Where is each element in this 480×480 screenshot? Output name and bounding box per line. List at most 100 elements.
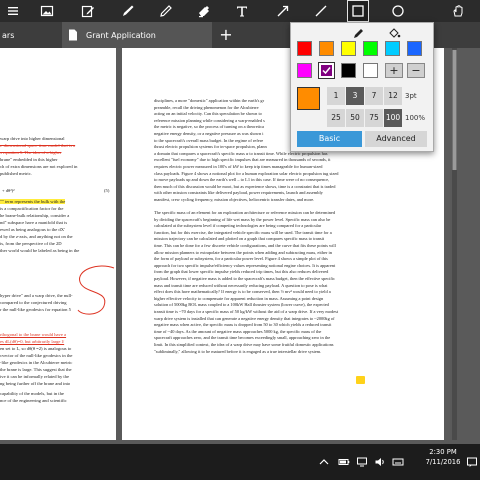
ellipse-icon[interactable] xyxy=(387,0,409,22)
color-swatch-cyan[interactable] xyxy=(385,41,400,56)
clock-date: 7/11/2016 xyxy=(425,458,461,466)
page-text-line: excellent "fuel economy" due to high spe… xyxy=(154,157,331,163)
page-text-line: cvector of the null-like geodesics in th… xyxy=(0,353,73,358)
page-text-line: solution of 5000kg BOL mass coupled to a… xyxy=(154,302,329,308)
page-text-line: compared to the conjectured driving xyxy=(0,300,67,305)
edit-icon[interactable] xyxy=(77,0,99,22)
remove-color-button[interactable]: − xyxy=(407,63,425,78)
page-text-line: -like geodesics in the Alcubierre metric xyxy=(0,360,73,365)
page-text-line: with other mission constraints like deli… xyxy=(154,190,323,196)
page-text-line: "subliminally," allowing it to be mature… xyxy=(154,348,322,354)
page-text-line: the metric is negative, so the process o… xyxy=(154,124,264,130)
chevron-up-icon[interactable] xyxy=(318,456,330,468)
page-text-line: time. This can be done for a few discret… xyxy=(154,243,336,248)
comment-note-icon[interactable] xyxy=(356,376,365,384)
volume-icon[interactable] xyxy=(374,456,386,468)
page-text-line: thrust electric propulsion systems for i… xyxy=(154,144,267,150)
page-text-line: manifest, crew cycling frequency, missio… xyxy=(154,197,315,202)
pen-icon[interactable] xyxy=(117,0,139,22)
vertical-scrollbar[interactable] xyxy=(452,48,457,440)
tab-partial[interactable]: ars xyxy=(0,22,60,48)
highlighter-icon[interactable] xyxy=(193,0,215,22)
page-text-line: ewed as being analogous to the dX' xyxy=(0,227,65,232)
color-swatch-white[interactable] xyxy=(363,63,378,78)
add-color-button[interactable]: + xyxy=(385,63,403,78)
page-text-line: allow mission planners to extrapolate be… xyxy=(154,249,332,255)
page-text-line: the form of payload or subsystem, for a … xyxy=(154,256,328,262)
thickness-option[interactable]: 12 xyxy=(384,87,402,105)
page-text-line: function, but for this exercise, the int… xyxy=(154,229,332,235)
page-text-line: class payloads. Figure 4 shows a notiona… xyxy=(154,170,339,176)
color-swatch-yellow[interactable] xyxy=(341,41,356,56)
page-text-line: by dividing the spacecraft's beginning o… xyxy=(154,216,331,222)
page-text-line: ng being further off the brane and into xyxy=(0,381,71,386)
equation-number: (5) xyxy=(104,188,110,193)
page-text-line: payload. However, if negative mass is ad… xyxy=(154,276,335,281)
page-text-line: d by the z-axis, and anything not on the xyxy=(0,234,73,239)
line-icon[interactable] xyxy=(310,0,332,22)
color-swatch-orange[interactable] xyxy=(319,41,334,56)
image-icon[interactable] xyxy=(36,0,58,22)
page-text-line: negative mass when active, the specific … xyxy=(154,322,332,328)
opacity-option[interactable]: 75 xyxy=(365,109,383,127)
page-text-line: he brane-bulk relationship, consider a xyxy=(0,213,70,218)
pencil-icon[interactable] xyxy=(155,0,177,22)
thickness-option[interactable]: 1 xyxy=(327,87,345,105)
page-text-line: published metric. xyxy=(0,171,32,176)
page-text-line: is, from the perspective of the 2D xyxy=(0,241,62,246)
page-text-line: e-dimensional space-time model that is a xyxy=(0,143,76,148)
page-text-line: negative energy density, or a negative p… xyxy=(154,131,264,136)
color-swatch-green[interactable] xyxy=(363,41,378,56)
notification-icon[interactable] xyxy=(466,456,478,468)
add-tab-button[interactable]: + xyxy=(215,24,237,46)
page-text-line: is a compactification factor for the xyxy=(0,206,64,211)
network-icon[interactable] xyxy=(356,456,368,468)
clock-time: 2:30 PM xyxy=(429,448,457,456)
highlighted-text: "" term represents the bulk with the xyxy=(0,199,66,204)
page-text-line: warp drive into higher dimensional xyxy=(0,136,65,141)
page-text-line: ther world would be labeled as being in … xyxy=(0,248,80,253)
menu-icon[interactable] xyxy=(2,0,24,22)
page-text-line: ch of extra dimensions are not explored … xyxy=(0,164,78,169)
stroke-color-icon[interactable] xyxy=(351,27,365,39)
equation: + dθ²)² xyxy=(2,188,15,193)
red-ink-annotation xyxy=(77,265,115,315)
thickness-value: 3pt xyxy=(405,92,417,100)
arrow-icon[interactable] xyxy=(272,0,294,22)
opacity-option[interactable]: 25 xyxy=(327,109,345,127)
text-tool-icon[interactable] xyxy=(231,0,253,22)
opacity-option-selected[interactable]: 100 xyxy=(384,109,402,127)
color-swatch-blue[interactable] xyxy=(407,41,422,56)
page-text-line: spacecraft approaches zero, and the tran… xyxy=(154,335,331,341)
thickness-option[interactable]: 7 xyxy=(365,87,383,105)
advanced-tab-button[interactable]: Advanced xyxy=(365,131,427,147)
document-page-left: warp drive into higher dimensional e-dim… xyxy=(0,48,116,440)
current-color-preview[interactable] xyxy=(297,87,320,110)
thickness-option-selected[interactable]: 3 xyxy=(346,87,364,105)
opacity-value: 100% xyxy=(405,114,426,122)
keyboard-icon[interactable] xyxy=(392,456,404,468)
page-text-line: preamble, recall the driving phenomenon … xyxy=(154,104,259,110)
color-swatch-black[interactable] xyxy=(341,63,356,78)
page-text-line: ive it can be informally related by the xyxy=(0,374,70,379)
tab-grant-application[interactable]: Grant Application xyxy=(62,22,212,48)
page-text-line: approach for two specific impulse/effici… xyxy=(154,262,336,268)
fill-bucket-icon[interactable] xyxy=(387,27,401,39)
clock[interactable]: 2:30 PM 7/11/2016 xyxy=(420,447,466,467)
opacity-option[interactable]: 50 xyxy=(346,109,364,127)
color-swatch-red[interactable] xyxy=(297,41,312,56)
page-text-line: reference mission planning while conside… xyxy=(154,117,265,123)
document-icon xyxy=(69,29,77,41)
page-text-line: effect does this have mathematically? If… xyxy=(154,289,331,295)
rectangle-icon[interactable] xyxy=(347,0,369,22)
page-text-line: disciplines, a more "domestic" applicati… xyxy=(154,98,265,103)
hand-icon[interactable] xyxy=(447,0,469,22)
page-text-line: mission trajectory can be calculated and… xyxy=(154,236,325,242)
page-text-line: en set to L, so dθ(θ =2) is analogous to xyxy=(0,346,72,351)
color-swatch-magenta[interactable] xyxy=(297,63,312,78)
basic-tab-button[interactable]: Basic xyxy=(297,131,362,147)
page-text-line: the brane is large. This suggest that th… xyxy=(0,367,72,372)
page-text-line: requires electric power measured in 100'… xyxy=(154,164,323,169)
battery-icon[interactable] xyxy=(338,456,350,468)
page-text-line: higher effective velocity to compensate … xyxy=(154,295,324,301)
